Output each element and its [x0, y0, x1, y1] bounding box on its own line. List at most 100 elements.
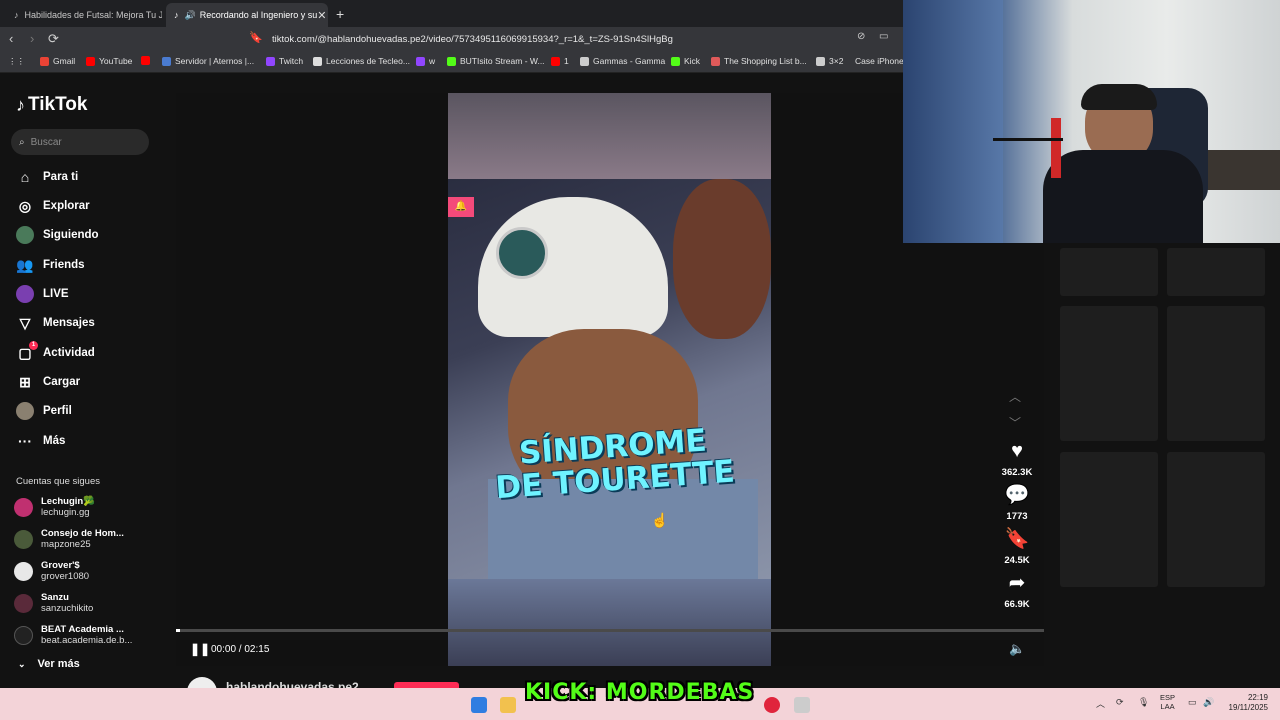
account-item[interactable]: Lechugin🥦 lechugin.gg [14, 494, 95, 520]
nav-cargar[interactable]: ⊞ Cargar [16, 371, 80, 393]
following-avatar-icon [16, 226, 34, 244]
bookmark-icon: 🔖 [1004, 528, 1030, 550]
tiktok-favicon-icon: ♪ [14, 10, 19, 20]
progress-bar[interactable] [176, 629, 1044, 632]
see-more-button[interactable]: ⌄ Ver más [18, 658, 80, 670]
microphone-icon[interactable]: 🎙 [1138, 697, 1149, 708]
account-item[interactable]: Consejo de Hom... mapzone25 [14, 526, 124, 552]
language-indicator[interactable]: ESP LAA [1160, 693, 1175, 711]
reload-icon[interactable]: ⟳ [48, 31, 59, 47]
tiktok-note-icon: ♪ [16, 94, 25, 115]
search-icon: ⌕ [19, 136, 25, 148]
home-icon: ⌂ [20, 169, 30, 185]
related-video-thumbnail[interactable] [1060, 306, 1158, 441]
avatar [14, 561, 33, 581]
related-video-thumbnail[interactable] [1060, 248, 1158, 296]
mute-icon[interactable]: ⊘ [857, 31, 865, 42]
chevron-down-icon: ⌄ [18, 658, 26, 669]
kick-channel-banner: KICK: MORDEBAS [525, 680, 755, 705]
avatar [14, 625, 33, 645]
tab-label: Recordando al Ingeniero y su [199, 10, 318, 20]
tiktok-logo[interactable]: ♪ TikTok [16, 94, 87, 116]
windows-start-icon[interactable] [471, 697, 487, 713]
nav-friends[interactable]: 👥 Friends [16, 254, 84, 276]
search-input[interactable]: ⌕ Buscar [11, 129, 149, 155]
save-button[interactable]: 🔖 24.5K [997, 528, 1037, 566]
related-video-thumbnail[interactable] [1167, 306, 1265, 441]
cap-logo [496, 227, 548, 279]
apps-grid-icon[interactable]: ⋮⋮ [8, 56, 25, 67]
network-icon[interactable]: ▭ [1188, 697, 1197, 708]
related-video-thumbnail[interactable] [1167, 248, 1265, 296]
browser-tab[interactable]: ♪ Habilidades de Futsal: Mejora Tu Jue [6, 3, 162, 27]
bookmark-tecleo[interactable]: Lecciones de Tecleo... [313, 56, 410, 66]
nav-para-ti[interactable]: ⌂ Para ti [16, 166, 78, 188]
mouse-cursor-icon: ☝ [651, 512, 669, 528]
bookmark-w[interactable]: w [416, 56, 435, 66]
time-display: 00:00 / 02:15 [211, 644, 270, 655]
avatar [14, 529, 33, 549]
comment-button[interactable]: 💬 1773 [997, 484, 1037, 522]
comment-icon: 💬 [1004, 484, 1030, 506]
url-field[interactable]: tiktok.com/@hablandohuevadas.pe2/video/7… [272, 31, 902, 49]
browser-tab-active[interactable]: ♪ 🔊 Recordando al Ingeniero y su ✕ [166, 3, 328, 27]
live-avatar-icon [16, 285, 34, 303]
nav-live[interactable]: LIVE [16, 283, 69, 305]
new-tab-button[interactable]: + [336, 6, 344, 22]
speaker-tray-icon[interactable]: 🔊 [1203, 697, 1214, 708]
like-button[interactable]: ♥ 362.3K [997, 440, 1037, 478]
notification-bell-icon: 🔔 [448, 197, 474, 217]
share-button[interactable]: ➦ 66.9K [997, 572, 1037, 610]
app-icon[interactable] [794, 697, 810, 713]
nav-actividad[interactable]: ▢ 1 Actividad [16, 341, 95, 364]
bookmark-youtube[interactable]: YouTube [86, 56, 132, 66]
bookmark-1[interactable]: 1 [551, 56, 569, 66]
background-person [673, 179, 771, 339]
messages-icon: ▽ [19, 314, 31, 331]
pause-icon[interactable]: ❚❚ [190, 642, 210, 656]
compass-icon: ◎ [18, 197, 32, 214]
previous-video-icon[interactable]: ︿ [1009, 388, 1021, 405]
friends-icon: 👥 [16, 256, 34, 273]
bookmark-gamma[interactable]: Gammas - Gamma [580, 56, 665, 66]
bookmark-icon[interactable]: 🔖 [249, 31, 263, 44]
related-video-thumbnail[interactable] [1060, 452, 1158, 587]
volume-icon[interactable]: 🔈 [1009, 641, 1025, 657]
speaker-icon: 🔊 [184, 9, 196, 20]
bookmark-kick[interactable]: Kick [671, 56, 700, 66]
share-arrow-icon: ➦ [1008, 572, 1026, 594]
system-clock[interactable]: 22:19 19/11/2025 [1222, 693, 1268, 713]
close-tab-icon[interactable]: ✕ [317, 9, 326, 22]
bookmark-youtube-2[interactable] [141, 56, 154, 65]
bookmark-aternos[interactable]: Servidor | Aternos |... [162, 56, 254, 66]
forward-icon[interactable]: › [30, 31, 34, 46]
account-item[interactable]: BEAT Academia ... beat.academia.de.b... [14, 622, 132, 648]
opera-icon[interactable] [764, 697, 780, 713]
heart-icon: ♥ [1011, 440, 1023, 462]
video-frame[interactable]: 🔔 SÍNDROME DE TOURETTE [448, 93, 771, 666]
bookmark-gmail[interactable]: Gmail [40, 56, 75, 66]
bookmark-butisito[interactable]: BUTIsito Stream - W... [447, 56, 545, 66]
activity-badge: 1 [29, 341, 38, 350]
nav-mas[interactable]: ··· Más [16, 430, 65, 452]
back-icon[interactable]: ‹ [9, 31, 13, 46]
nav-mensajes[interactable]: ▽ Mensajes [16, 312, 95, 334]
account-item[interactable]: Grover'$ grover1080 [14, 558, 89, 584]
nav-perfil[interactable]: Perfil [16, 400, 72, 422]
video-content [448, 179, 771, 579]
bookmark-shopping-list[interactable]: The Shopping List b... [711, 56, 807, 66]
profile-avatar-icon [16, 402, 34, 420]
related-video-thumbnail[interactable] [1167, 452, 1265, 587]
next-video-icon[interactable]: ﹀ [1009, 414, 1021, 431]
nav-siguiendo[interactable]: Siguiendo [16, 224, 99, 246]
following-accounts-title: Cuentas que sigues [16, 476, 100, 487]
sync-icon[interactable]: ⟳ [1116, 697, 1124, 708]
file-explorer-icon[interactable] [500, 697, 516, 713]
bookmark-twitch[interactable]: Twitch [266, 56, 303, 66]
bookmark-3x2[interactable]: 3×2 [816, 56, 843, 66]
account-item[interactable]: Sanzu sanzuchikito [14, 590, 93, 616]
webcam-overlay [903, 0, 1280, 243]
nav-explorar[interactable]: ◎ Explorar [16, 195, 90, 217]
cast-icon[interactable]: ▭ [879, 31, 888, 42]
tray-chevron-icon[interactable]: ︿ [1096, 697, 1105, 710]
